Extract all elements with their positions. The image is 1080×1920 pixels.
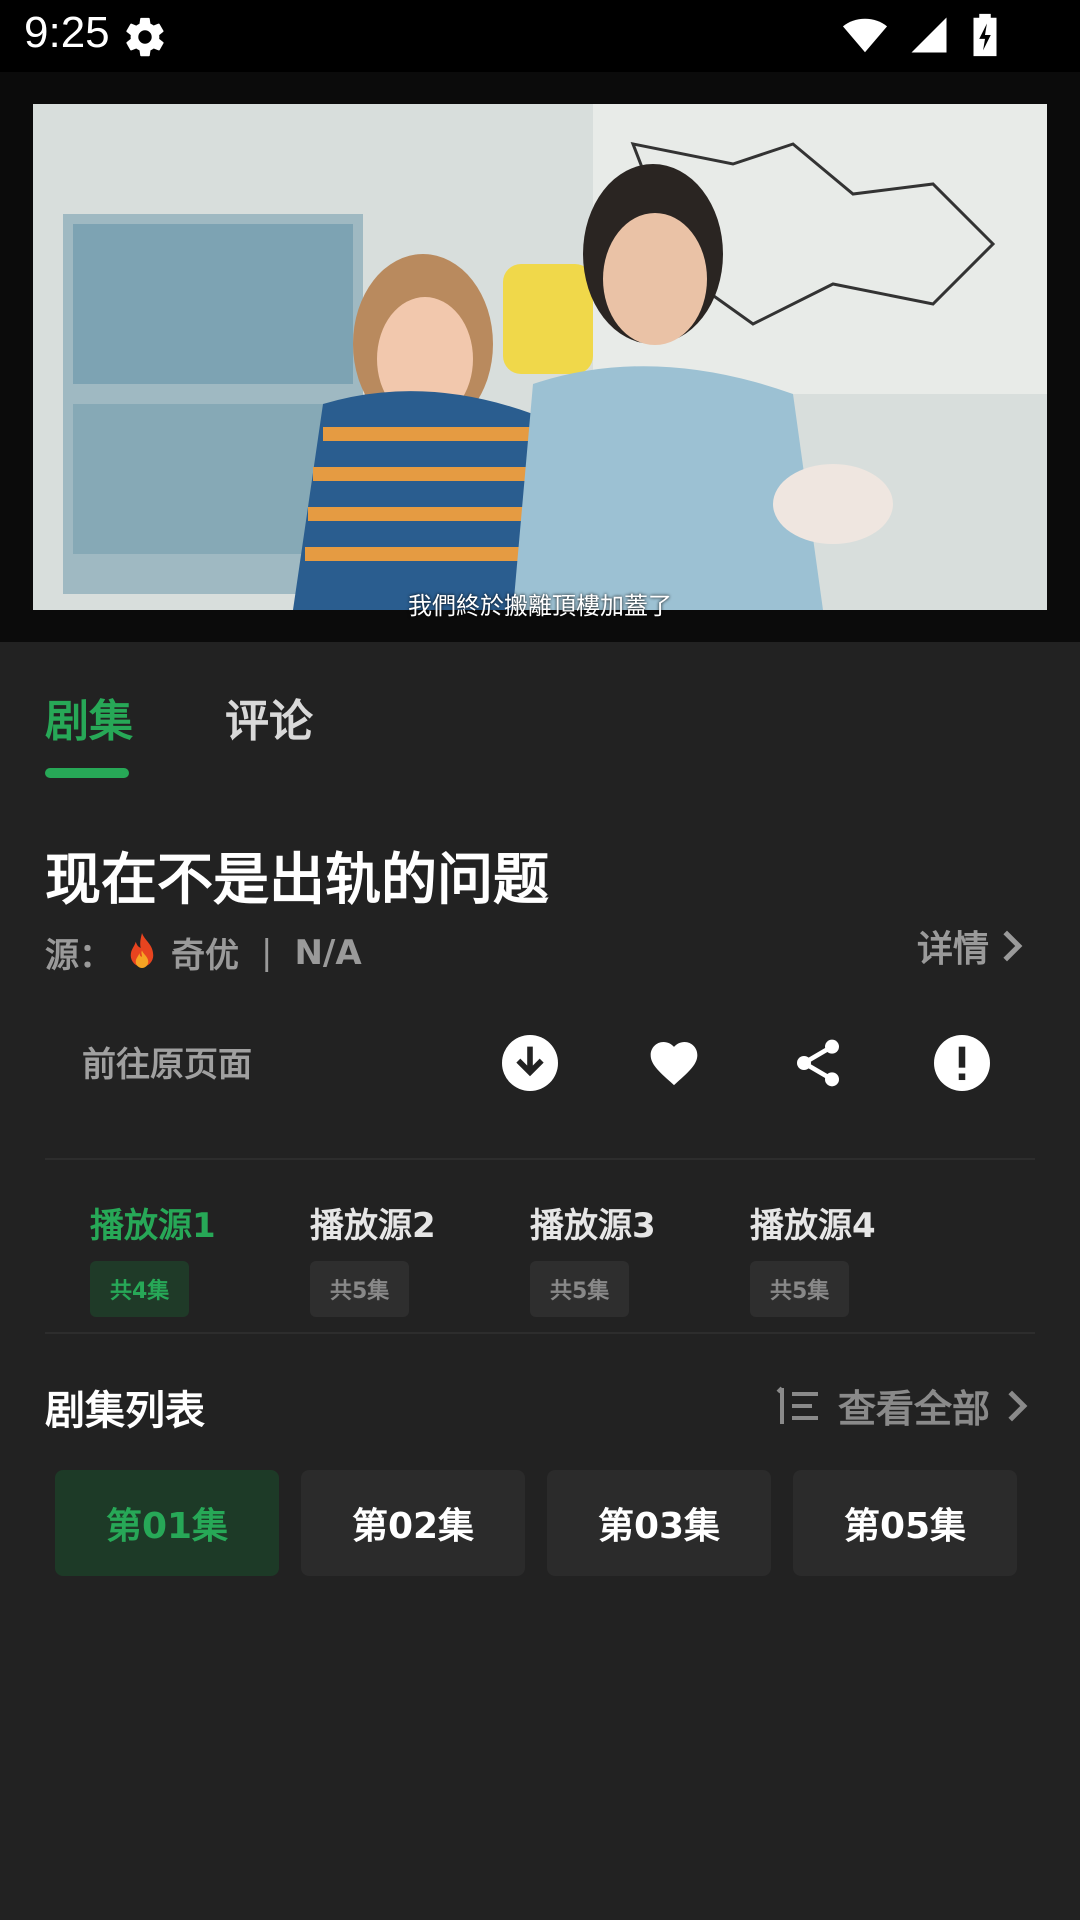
episode-count-badge: 共5集 xyxy=(530,1261,630,1317)
show-title: 现在不是出轨的问题 xyxy=(45,848,549,913)
chevron-right-icon xyxy=(1003,930,1023,962)
details-link[interactable]: 详情 xyxy=(917,920,1025,972)
goto-original-page-button[interactable]: 前往原页面 xyxy=(82,1035,252,1095)
video-frame xyxy=(33,104,1047,610)
gear-icon xyxy=(126,17,164,57)
play-source-1[interactable]: 播放源1 共4集 xyxy=(90,1198,220,1317)
tab-episodes[interactable]: 剧集 xyxy=(45,685,133,749)
divider xyxy=(45,1158,1035,1160)
episode-count-badge: 共5集 xyxy=(310,1261,410,1317)
play-source-2[interactable]: 播放源2 共5集 xyxy=(310,1198,440,1317)
tab-bar: 剧集 评论 xyxy=(45,685,313,749)
heart-icon[interactable] xyxy=(646,1035,702,1091)
wifi-icon xyxy=(842,18,888,53)
play-source-4[interactable]: 播放源4 共5集 xyxy=(750,1198,880,1317)
episode-count-badge: 共5集 xyxy=(750,1261,850,1317)
episode-button[interactable]: 第02集 xyxy=(301,1470,525,1576)
battery-charging-icon xyxy=(973,13,997,57)
report-icon[interactable] xyxy=(934,1035,990,1091)
source-separator: | xyxy=(261,932,273,973)
episode-button[interactable]: 第03集 xyxy=(547,1470,771,1576)
fire-icon xyxy=(130,932,154,968)
chevron-right-icon xyxy=(1008,1390,1028,1421)
play-source-name: 播放源3 xyxy=(530,1206,656,1246)
play-source-name: 播放源4 xyxy=(750,1206,876,1246)
view-all-label: 查看全部 xyxy=(837,1387,990,1431)
status-bar: 9:25 xyxy=(0,0,1080,72)
play-source-name: 播放源2 xyxy=(310,1206,436,1246)
episode-button[interactable]: 第01集 xyxy=(55,1470,279,1576)
details-label: 详情 xyxy=(916,929,989,970)
signal-icon xyxy=(911,17,947,53)
share-icon[interactable] xyxy=(790,1035,846,1091)
sort-list-icon xyxy=(776,1386,818,1424)
play-source-name: 播放源1 xyxy=(90,1206,216,1246)
status-time: 9:25 xyxy=(24,8,110,57)
play-source-3[interactable]: 播放源3 共5集 xyxy=(530,1198,660,1317)
source-label: 源： xyxy=(45,936,113,976)
episode-count-badge: 共4集 xyxy=(90,1261,190,1317)
tab-comments[interactable]: 评论 xyxy=(225,685,313,749)
video-frame-image xyxy=(33,104,1047,610)
download-icon[interactable] xyxy=(502,1035,558,1091)
tab-indicator xyxy=(45,768,129,778)
view-all-button[interactable]: 查看全部 xyxy=(776,1378,1030,1433)
episode-button[interactable]: 第05集 xyxy=(793,1470,1017,1576)
source-extra: N/A xyxy=(294,932,362,973)
video-subtitle: 我們終於搬離頂樓加蓋了 xyxy=(408,592,672,620)
action-row: 前往原页面 xyxy=(0,1035,1080,1125)
system-icons xyxy=(842,12,1000,58)
episode-list-title: 剧集列表 xyxy=(45,1388,205,1434)
play-sources: 播放源1 共4集 播放源2 共5集 播放源3 共5集 播放源4 共5集 xyxy=(90,1198,880,1317)
source-name: 奇优 xyxy=(171,936,239,976)
divider xyxy=(45,1332,1035,1334)
video-player[interactable]: 我們終於搬離頂樓加蓋了 xyxy=(0,72,1080,642)
episode-grid: 第01集 第02集 第03集 第05集 xyxy=(55,1470,1017,1576)
source-info: 源： 奇优 | N/A xyxy=(45,928,362,977)
